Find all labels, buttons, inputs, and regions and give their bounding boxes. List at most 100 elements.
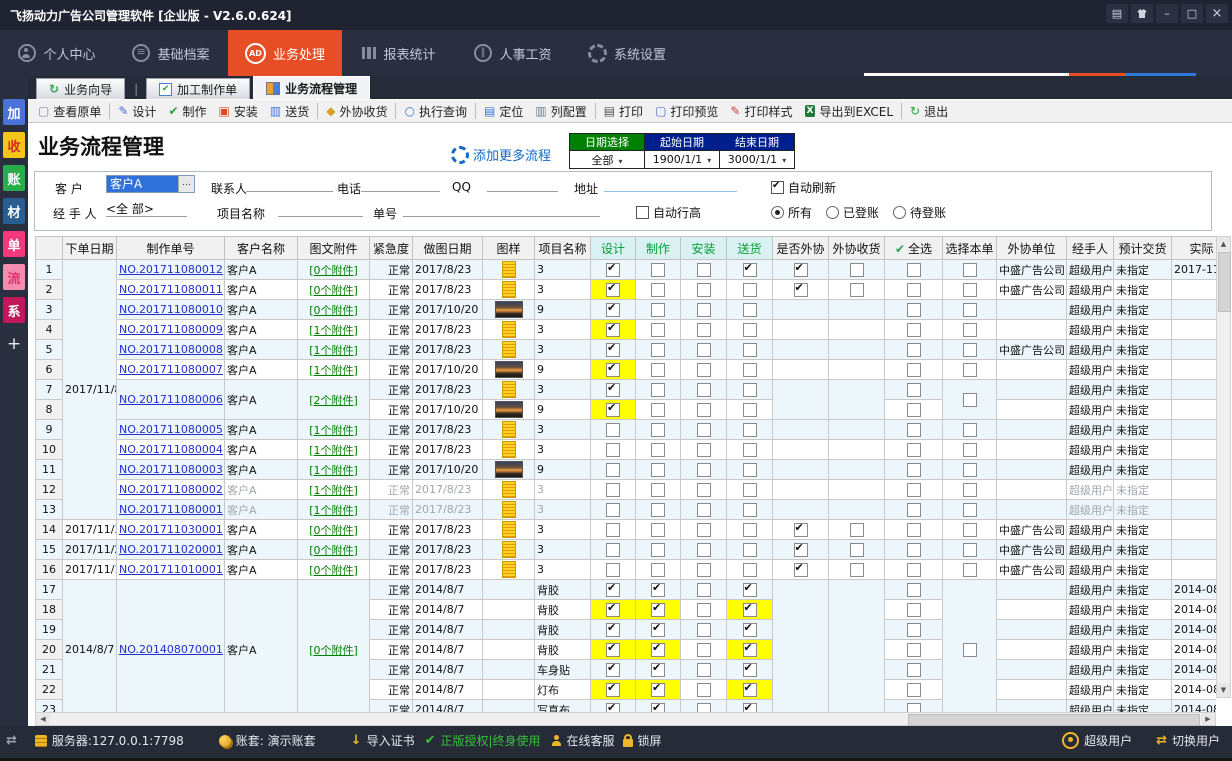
mk-checkbox[interactable]	[651, 283, 665, 297]
col-header-sord[interactable]: 选择本单	[943, 237, 997, 260]
sidebar-tab-材[interactable]: 材	[3, 198, 25, 224]
mk-checkbox[interactable]	[651, 423, 665, 437]
in-checkbox[interactable]	[697, 523, 711, 537]
de-checkbox[interactable]	[606, 563, 620, 577]
de-checkbox[interactable]	[606, 643, 620, 657]
lock-screen-button[interactable]: 锁屏	[623, 732, 662, 749]
sall-checkbox[interactable]	[907, 423, 921, 437]
sall-checkbox[interactable]	[907, 543, 921, 557]
de-checkbox[interactable]	[606, 363, 620, 377]
sample-doc-thumbnail[interactable]	[502, 561, 516, 578]
sall-checkbox[interactable]	[907, 343, 921, 357]
attachment-link[interactable]: [1个附件]	[309, 484, 358, 497]
dl-checkbox[interactable]	[743, 283, 757, 297]
sall-checkbox[interactable]	[907, 443, 921, 457]
mk-checkbox[interactable]	[651, 623, 665, 637]
add-more-flow-link[interactable]: 添加更多流程	[451, 145, 551, 164]
sample-doc-thumbnail[interactable]	[502, 541, 516, 558]
mk-checkbox[interactable]	[651, 563, 665, 577]
sall-checkbox[interactable]	[907, 623, 921, 637]
mk-checkbox[interactable]	[651, 383, 665, 397]
dl-checkbox[interactable]	[743, 503, 757, 517]
in-checkbox[interactable]	[697, 443, 711, 457]
mk-checkbox[interactable]	[651, 703, 665, 713]
sample-doc-thumbnail[interactable]	[502, 421, 516, 438]
attachment-link[interactable]: [1个附件]	[309, 464, 358, 477]
io-checkbox[interactable]	[794, 563, 808, 577]
col-header-sall[interactable]: ✔全选	[885, 237, 943, 260]
col-header-cu[interactable]: 客户名称	[225, 237, 298, 260]
online-service-button[interactable]: 在线客服	[551, 732, 615, 749]
auto-height-box[interactable]	[636, 206, 649, 219]
sord-checkbox[interactable]	[963, 543, 977, 557]
qq-input[interactable]	[487, 175, 558, 192]
toolbar-make[interactable]: ✔制作	[162, 101, 212, 121]
de-checkbox[interactable]	[606, 303, 620, 317]
sample-doc-thumbnail[interactable]	[502, 321, 516, 338]
sidebar-tab-流[interactable]: 流	[3, 264, 25, 290]
mk-checkbox[interactable]	[651, 603, 665, 617]
in-checkbox[interactable]	[697, 303, 711, 317]
de-checkbox[interactable]	[606, 463, 620, 477]
mk-checkbox[interactable]	[651, 543, 665, 557]
de-checkbox[interactable]	[606, 423, 620, 437]
sord-checkbox[interactable]	[963, 463, 977, 477]
in-checkbox[interactable]	[697, 263, 711, 277]
sall-checkbox[interactable]	[907, 283, 921, 297]
mk-checkbox[interactable]	[651, 463, 665, 477]
mk-checkbox[interactable]	[651, 643, 665, 657]
mk-checkbox[interactable]	[651, 483, 665, 497]
sall-checkbox[interactable]	[907, 583, 921, 597]
order-link[interactable]: NO.201711080008	[119, 343, 223, 356]
sord-checkbox[interactable]	[963, 643, 977, 657]
col-header-ou[interactable]: 外协单位	[997, 237, 1067, 260]
mk-checkbox[interactable]	[651, 683, 665, 697]
sample-doc-thumbnail[interactable]	[502, 501, 516, 518]
order-link[interactable]: NO.201711010001	[119, 563, 223, 576]
phone-input[interactable]	[361, 175, 440, 192]
order-link[interactable]: NO.201711020001	[119, 543, 223, 556]
scroll-up-icon[interactable]: ▲	[1217, 237, 1230, 251]
order-link[interactable]: NO.201711080012	[119, 263, 223, 276]
sall-checkbox[interactable]	[907, 703, 921, 713]
nav-item-personal[interactable]: 个人中心	[0, 30, 114, 76]
sall-checkbox[interactable]	[907, 383, 921, 397]
col-header-ur[interactable]: 紧急度	[370, 237, 413, 260]
in-checkbox[interactable]	[697, 423, 711, 437]
sall-checkbox[interactable]	[907, 643, 921, 657]
toolbar-exit[interactable]: ↻退出	[904, 101, 954, 121]
toolbar-view-original[interactable]: ▢查看原单	[32, 101, 107, 121]
de-checkbox[interactable]	[606, 503, 620, 517]
attachment-link[interactable]: [1个附件]	[309, 504, 358, 517]
de-checkbox[interactable]	[606, 443, 620, 457]
col-header-dd[interactable]: 做图日期	[413, 237, 483, 260]
sall-checkbox[interactable]	[907, 503, 921, 517]
attachment-link[interactable]: [1个附件]	[309, 344, 358, 357]
sall-checkbox[interactable]	[907, 263, 921, 277]
sall-checkbox[interactable]	[907, 303, 921, 317]
attachment-link[interactable]: [0个附件]	[309, 304, 358, 317]
col-header-de[interactable]: 设计	[591, 237, 636, 260]
dl-checkbox[interactable]	[743, 463, 757, 477]
sall-checkbox[interactable]	[907, 523, 921, 537]
tab-flow[interactable]: 业务流程管理	[253, 76, 370, 99]
toolbar-install[interactable]: ▣安装	[213, 101, 264, 121]
dl-checkbox[interactable]	[743, 263, 757, 277]
sidebar-tab-加[interactable]: 加	[3, 99, 25, 125]
de-checkbox[interactable]	[606, 323, 620, 337]
dl-checkbox[interactable]	[743, 363, 757, 377]
de-checkbox[interactable]	[606, 583, 620, 597]
tab-worksheet[interactable]: ✔加工制作单	[146, 78, 250, 99]
customer-picker-button[interactable]: …	[178, 176, 194, 192]
orc-checkbox[interactable]	[850, 543, 864, 557]
in-checkbox[interactable]	[697, 563, 711, 577]
switch-user-button[interactable]: ⇄切换用户	[1156, 732, 1220, 749]
mk-checkbox[interactable]	[651, 583, 665, 597]
dl-checkbox[interactable]	[743, 683, 757, 697]
nav-item-reports[interactable]: 报表统计	[342, 30, 456, 76]
scroll-down-icon[interactable]: ▼	[1217, 683, 1230, 697]
mk-checkbox[interactable]	[651, 263, 665, 277]
orc-checkbox[interactable]	[850, 283, 864, 297]
project-input[interactable]	[278, 200, 363, 217]
maximize-button[interactable]: □	[1181, 4, 1203, 23]
